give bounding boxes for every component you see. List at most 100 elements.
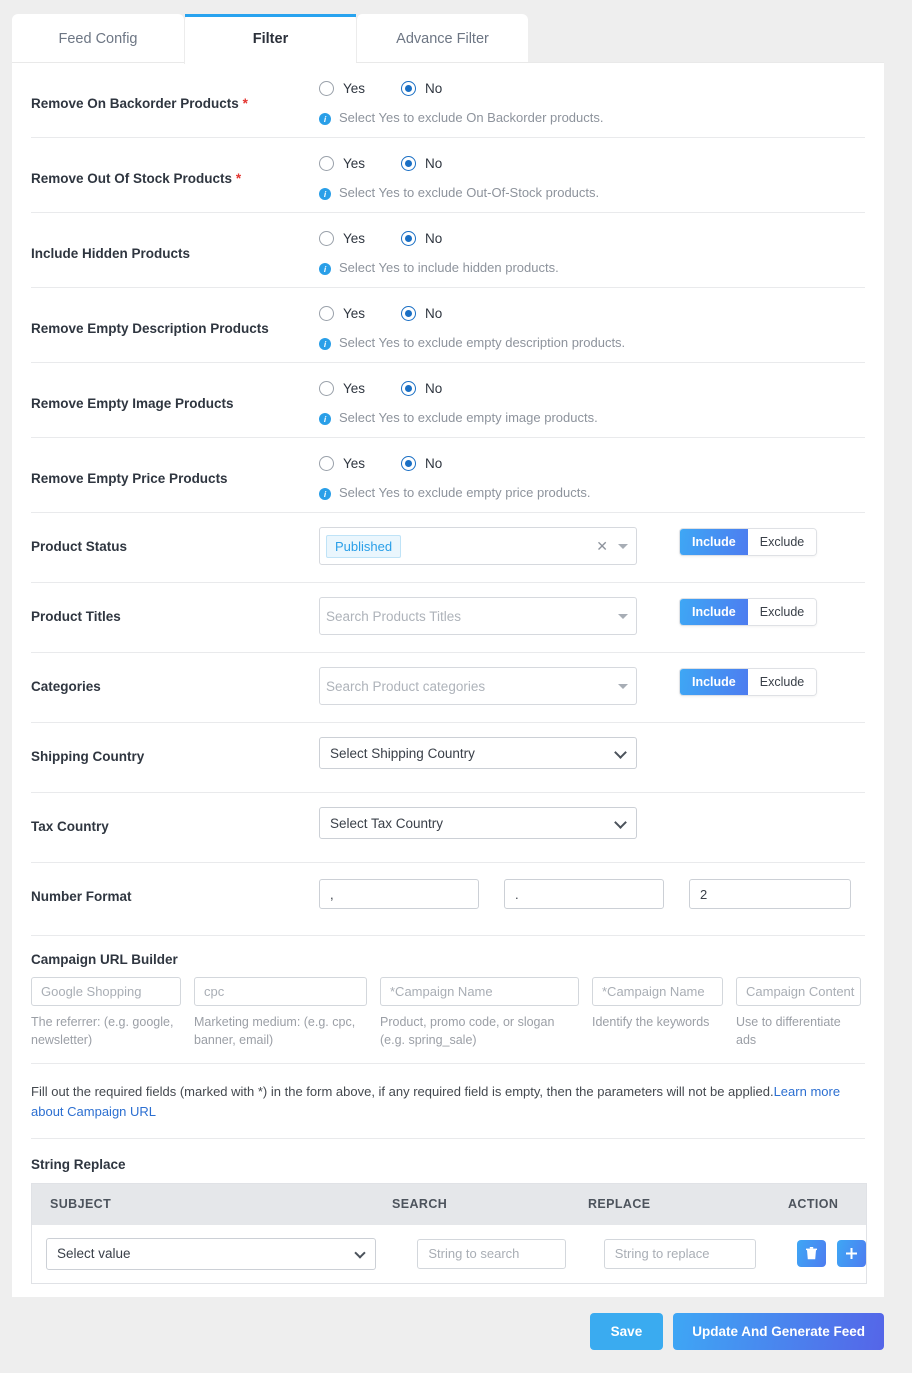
filter-panel: Remove On Backorder Products * Yes No i … [12,62,884,1297]
campaign-content-input[interactable]: Campaign Content [736,977,861,1006]
radio-yes[interactable]: Yes [319,81,365,96]
campaign-term-input[interactable]: *Campaign Name [592,977,723,1006]
column-header-search: SEARCH [392,1197,588,1211]
include-button[interactable]: Include [680,669,748,695]
radio-yes[interactable]: Yes [319,381,365,396]
selected-value: Select value [57,1246,131,1261]
column-header-action: ACTION [788,1197,866,1211]
field-row-remove-on-backorder-products: Remove On Backorder Products * Yes No i … [31,63,865,138]
info-icon: i [319,413,331,425]
campaign-term-description: Identify the keywords [592,1013,723,1031]
chevron-down-icon[interactable] [618,544,628,549]
field-label: Remove Empty Description Products [31,302,319,338]
chevron-down-icon[interactable] [618,614,628,619]
tab-filter[interactable]: Filter [184,14,356,64]
product-status-mode-toggle: Include Exclude [679,528,817,556]
radio-no[interactable]: No [401,456,442,471]
field-hint: i Select Yes to exclude empty price prod… [319,485,865,500]
shipping-country-select[interactable]: Select Shipping Country [319,737,637,769]
section-title: Campaign URL Builder [31,952,865,967]
info-icon: i [319,188,331,200]
radio-yes[interactable]: Yes [319,231,365,246]
add-row-button[interactable] [837,1240,866,1267]
tab-label: Filter [253,31,288,47]
tab-advance-filter[interactable]: Advance Filter [356,14,528,64]
radio-yes[interactable]: Yes [319,456,365,471]
selected-chip[interactable]: Published [326,535,401,558]
exclude-button[interactable]: Exclude [748,529,816,555]
radio-no[interactable]: No [401,306,442,321]
campaign-name-description: Product, promo code, or slogan (e.g. spr… [380,1013,579,1049]
field-row-remove-out-of-stock-products: Remove Out Of Stock Products * Yes No i … [31,138,865,213]
field-label: Remove On Backorder Products * [31,77,319,113]
tax-country-select[interactable]: Select Tax Country [319,807,637,839]
thousand-separator-input[interactable]: , [319,879,479,909]
chevron-down-icon [355,1247,366,1258]
radio-dot-selected [401,231,416,246]
field-label: Product Titles [31,597,319,624]
campaign-source-description: The referrer: (e.g. google, newsletter) [31,1013,181,1049]
campaign-content-description: Use to differentiate ads [736,1013,861,1049]
field-row-product-status: Product Status Published ✕ Include Exclu… [31,513,865,583]
required-marker: * [236,171,241,186]
campaign-source-input[interactable]: Google Shopping [31,977,181,1006]
radio-yes[interactable]: Yes [319,156,365,171]
radio-no[interactable]: No [401,156,442,171]
campaign-medium-input[interactable]: cpc [194,977,367,1006]
campaign-name-input[interactable]: *Campaign Name [380,977,579,1006]
chevron-down-icon[interactable] [618,684,628,689]
chevron-down-icon [614,816,627,829]
product-status-select[interactable]: Published ✕ [319,527,637,565]
info-icon: i [319,113,331,125]
campaign-term-field: *Campaign Name Identify the keywords [592,977,723,1049]
campaign-name-field: *Campaign Name Product, promo code, or s… [380,977,579,1049]
column-header-replace: REPLACE [588,1197,788,1211]
campaign-source-field: Google Shopping The referrer: (e.g. goog… [31,977,181,1049]
radio-no[interactable]: No [401,231,442,246]
radio-no[interactable]: No [401,381,442,396]
radio-dot-selected [401,381,416,396]
include-button[interactable]: Include [680,529,748,555]
replace-input[interactable]: String to replace [604,1239,756,1269]
field-row-remove-empty-image-products: Remove Empty Image Products Yes No i Sel… [31,363,865,438]
field-label: Include Hidden Products [31,227,319,263]
radio-group: Yes No [319,452,865,474]
radio-group: Yes No [319,302,865,324]
table-header-row: SUBJECT SEARCH REPLACE ACTION [32,1184,866,1225]
update-and-generate-feed-button[interactable]: Update And Generate Feed [673,1313,884,1350]
subject-select[interactable]: Select value [46,1238,376,1270]
campaign-url-fields: Google Shopping The referrer: (e.g. goog… [31,977,865,1049]
radio-no[interactable]: No [401,81,442,96]
save-button[interactable]: Save [590,1313,664,1350]
required-marker: * [243,96,248,111]
row-actions [797,1240,866,1267]
note-text: Fill out the required fields (marked wit… [31,1084,774,1099]
tab-feed-config[interactable]: Feed Config [12,14,184,64]
include-button[interactable]: Include [680,599,748,625]
radio-dot [319,306,334,321]
radio-yes[interactable]: Yes [319,306,365,321]
placeholder-text: Search Products Titles [326,609,618,624]
field-row-categories: Categories Search Product categories Inc… [31,653,865,723]
search-input[interactable]: String to search [417,1239,565,1269]
delete-row-button[interactable] [797,1240,826,1267]
tab-bar: Feed Config Filter Advance Filter [12,14,528,64]
radio-dot [319,81,334,96]
decimal-separator-input[interactable]: . [504,879,664,909]
clear-icon[interactable]: ✕ [596,539,608,553]
categories-mode-toggle: Include Exclude [679,668,817,696]
field-hint: i Select Yes to exclude empty image prod… [319,410,865,425]
categories-select[interactable]: Search Product categories [319,667,637,705]
radio-group: Yes No [319,377,865,399]
campaign-medium-field: cpc Marketing medium: (e.g. cpc, banner,… [194,977,367,1049]
field-label: Remove Empty Image Products [31,377,319,413]
campaign-url-builder: Campaign URL Builder Google Shopping The… [31,936,865,1064]
product-titles-select[interactable]: Search Products Titles [319,597,637,635]
number-format-inputs: , . 2 [319,879,851,909]
exclude-button[interactable]: Exclude [748,599,816,625]
exclude-button[interactable]: Exclude [748,669,816,695]
decimals-input[interactable]: 2 [689,879,851,909]
info-icon: i [319,488,331,500]
field-label: Shipping Country [31,737,319,764]
field-label: Remove Empty Price Products [31,452,319,488]
